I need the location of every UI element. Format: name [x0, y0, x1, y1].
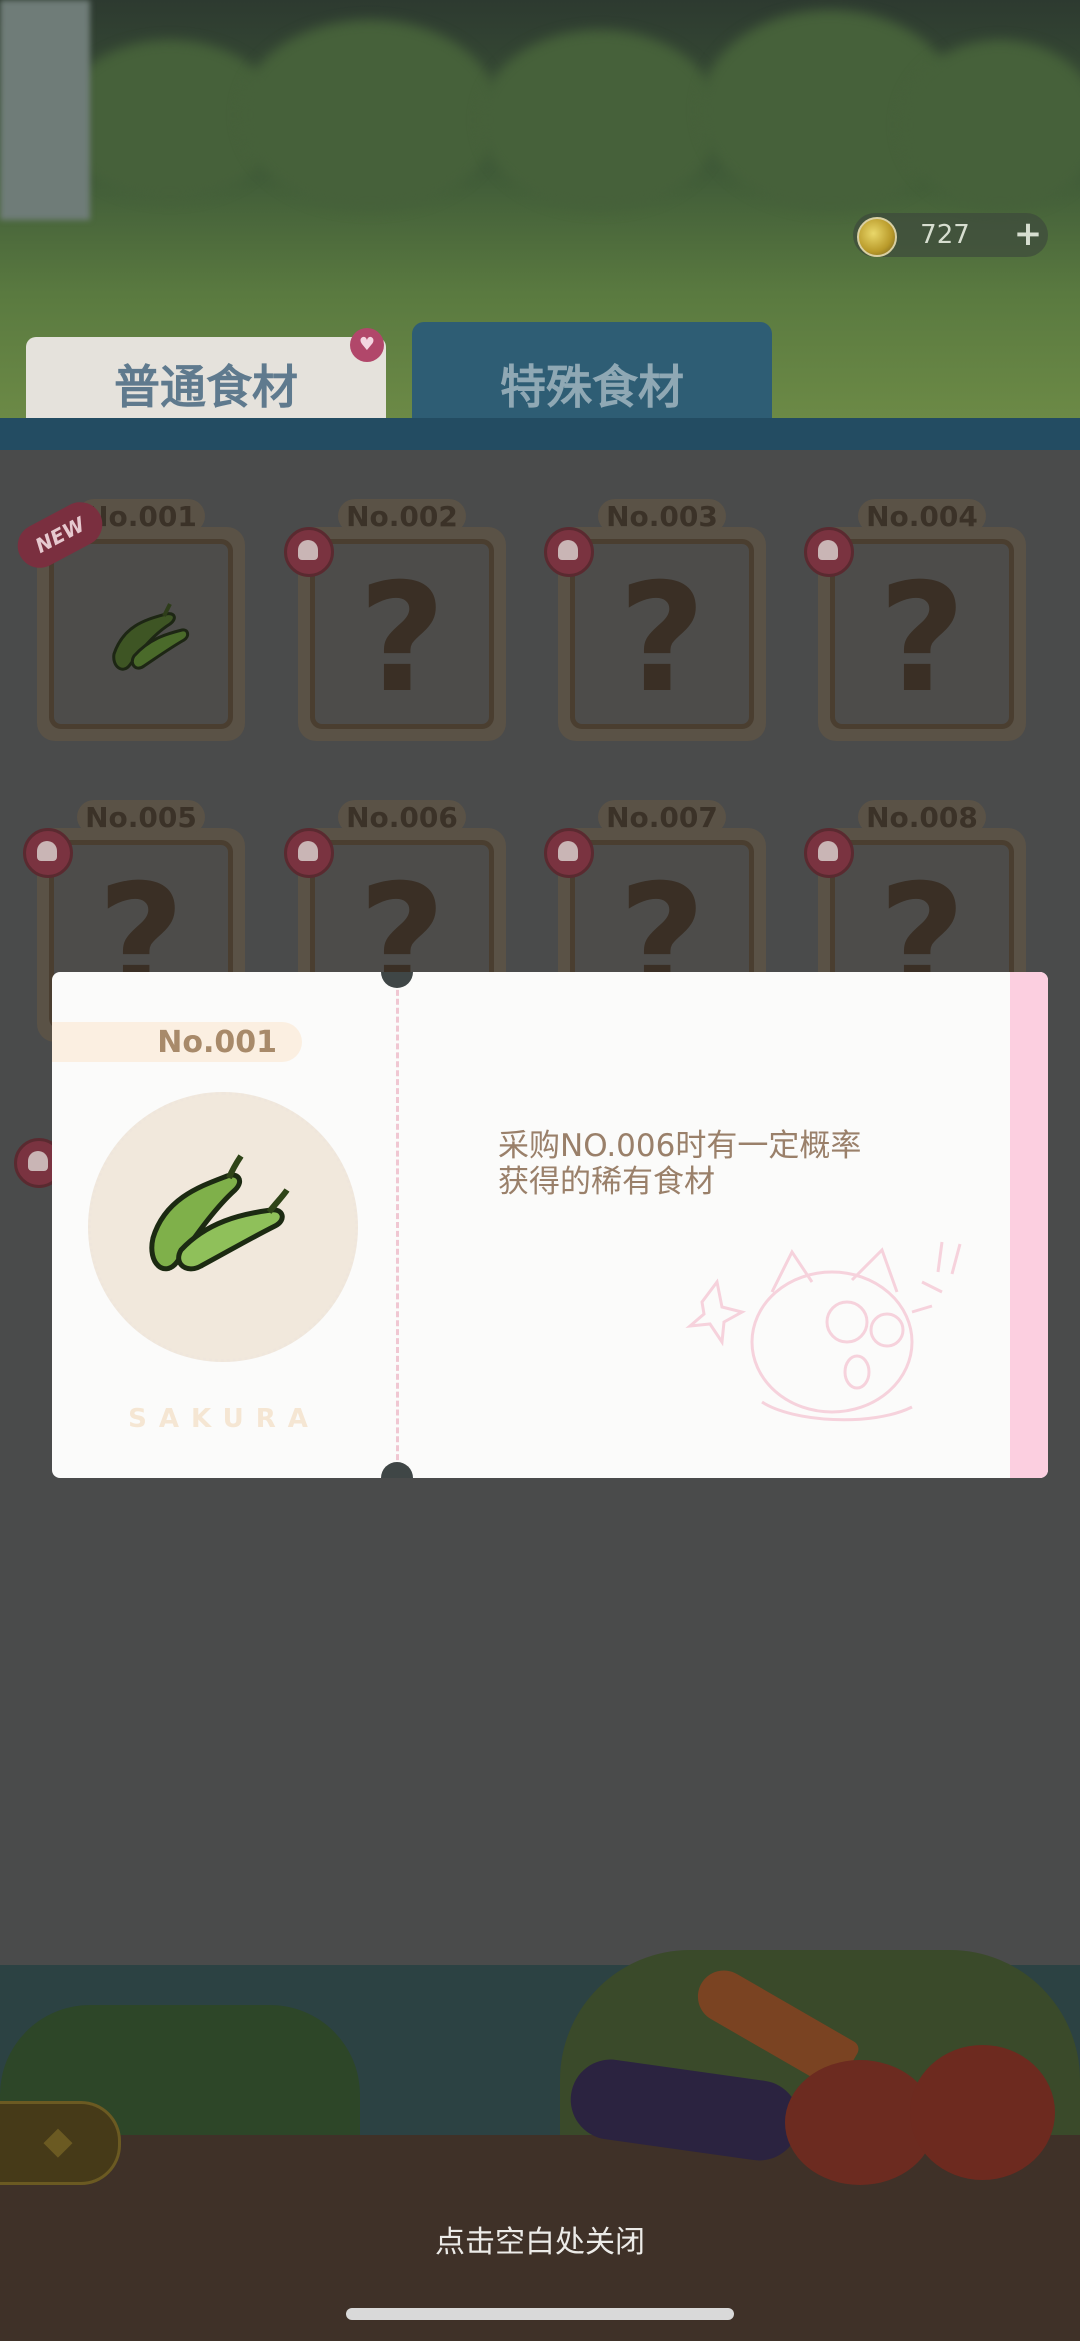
card-frame — [49, 539, 233, 729]
chef-hat-icon — [804, 828, 854, 878]
tab-normal-ingredients[interactable]: 普通食材 — [26, 337, 386, 427]
card-number: No.008 — [858, 800, 986, 834]
popup-brand: SAKURA — [128, 1404, 320, 1434]
ticket-notch — [381, 972, 413, 988]
ingredient-card[interactable]: ? No.002 — [284, 499, 506, 741]
card-frame: ? — [570, 539, 754, 729]
green-pepper-icon — [112, 603, 190, 671]
tab-special-ingredients[interactable]: 特殊食材 — [412, 322, 772, 427]
popup-item-frame — [88, 1092, 358, 1362]
close-hint: 点击空白处关闭 — [435, 2225, 645, 2260]
card-frame: ? — [830, 539, 1014, 729]
popup-accent-strip — [1010, 972, 1048, 1478]
coin-icon — [857, 217, 897, 257]
card-number: No.007 — [598, 800, 726, 834]
ticket-notch — [381, 1462, 413, 1478]
tomato-decoration — [910, 2045, 1055, 2180]
chef-hat-icon — [284, 828, 334, 878]
card-number: No.005 — [77, 800, 205, 834]
cat-illustration-icon — [685, 1241, 962, 1422]
home-indicator[interactable] — [346, 2308, 734, 2320]
background-wall — [0, 0, 90, 220]
ingredient-detail-popup[interactable]: No.001 SAKURA 采购NO.006时有一定概率 获得的稀有食材 — [52, 972, 1048, 1478]
description-line: 采购NO.006时有一定概率 — [498, 1128, 862, 1164]
tab-bar-underline — [0, 418, 1080, 450]
chef-hat-icon — [804, 527, 854, 577]
chef-hat-icon — [23, 828, 73, 878]
card-number: No.004 — [858, 499, 986, 533]
ingredient-card[interactable]: ? No.003 — [544, 499, 766, 741]
add-currency-button[interactable]: + — [1010, 217, 1046, 253]
card-number: No.002 — [338, 499, 466, 533]
card-number: No.003 — [598, 499, 726, 533]
unknown-placeholder: ? — [618, 552, 706, 726]
unknown-placeholder: ? — [358, 552, 446, 726]
ingredient-card[interactable]: ? No.004 — [804, 499, 1026, 741]
ingredient-card[interactable]: No.001 NEW — [9, 494, 245, 741]
popup-description: 采购NO.006时有一定概率 获得的稀有食材 — [498, 1128, 938, 1200]
heart-icon: ♥ — [350, 328, 384, 362]
chef-hat-icon — [544, 527, 594, 577]
chef-hat-icon — [284, 527, 334, 577]
popup-divider — [396, 972, 399, 1478]
description-line: 获得的稀有食材 — [498, 1164, 715, 1200]
green-pepper-icon — [149, 1154, 290, 1272]
card-number: No.006 — [338, 800, 466, 834]
chef-hat-icon — [544, 828, 594, 878]
popup-number-tag: No.001 — [52, 1022, 302, 1062]
card-frame: ? — [310, 539, 494, 729]
coin-count: 727 — [920, 220, 970, 250]
unknown-placeholder: ? — [878, 552, 966, 726]
back-arrow-icon: ◆ — [43, 2118, 73, 2162]
